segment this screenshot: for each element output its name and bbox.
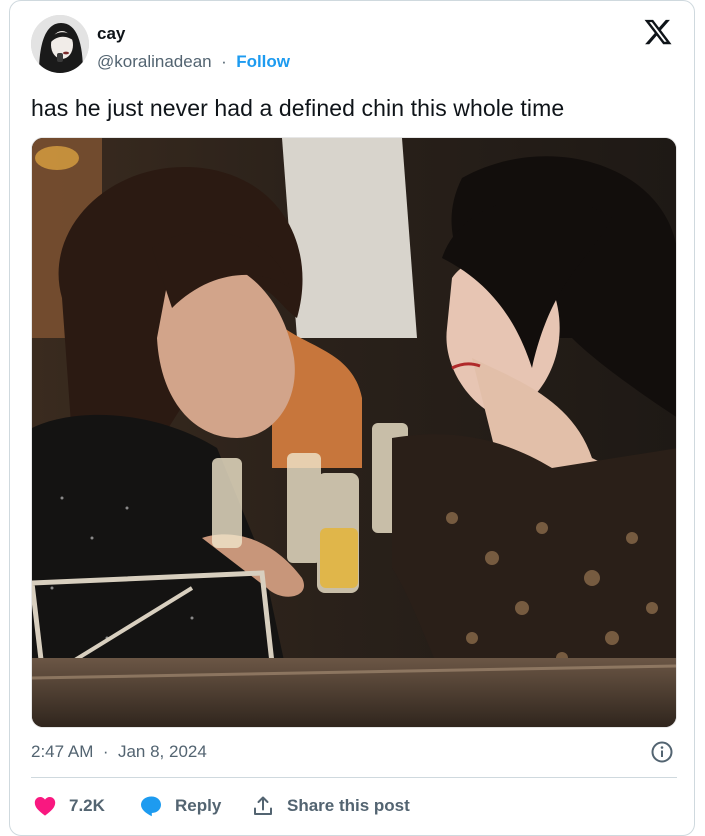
tweet-text: has he just never had a defined chin thi… bbox=[31, 95, 565, 121]
speech-bubble-icon bbox=[139, 794, 163, 818]
share-label: Share this post bbox=[287, 796, 410, 815]
handle-row: @koralinadean · Follow bbox=[97, 52, 290, 72]
timestamp[interactable]: 2:47 AM · Jan 8, 2024 bbox=[31, 742, 207, 762]
avatar-photo bbox=[31, 15, 89, 73]
like-count: 7.2K bbox=[69, 796, 105, 815]
share-button[interactable]: Share this post bbox=[251, 794, 410, 818]
post-date: Jan 8, 2024 bbox=[117, 742, 207, 761]
upload-arrow-icon bbox=[251, 794, 275, 818]
avatar[interactable] bbox=[31, 15, 89, 73]
info-icon[interactable] bbox=[650, 740, 674, 764]
divider bbox=[31, 777, 677, 778]
reply-label: Reply bbox=[175, 796, 222, 815]
separator: · bbox=[98, 742, 114, 761]
separator: · bbox=[216, 52, 232, 71]
display-name[interactable]: cay bbox=[97, 24, 125, 44]
x-logo-icon[interactable] bbox=[643, 17, 673, 47]
photo-illustration bbox=[32, 138, 676, 727]
embedded-tweet-card: cay @koralinadean · Follow has he just n… bbox=[9, 0, 695, 836]
heart-icon bbox=[33, 794, 57, 818]
tweet-photo[interactable] bbox=[31, 137, 677, 728]
like-button[interactable]: 7.2K bbox=[33, 794, 105, 818]
reply-button[interactable]: Reply bbox=[139, 794, 221, 818]
post-time: 2:47 AM bbox=[31, 742, 94, 761]
follow-button[interactable]: Follow bbox=[236, 52, 290, 71]
handle[interactable]: @koralinadean bbox=[97, 52, 212, 71]
